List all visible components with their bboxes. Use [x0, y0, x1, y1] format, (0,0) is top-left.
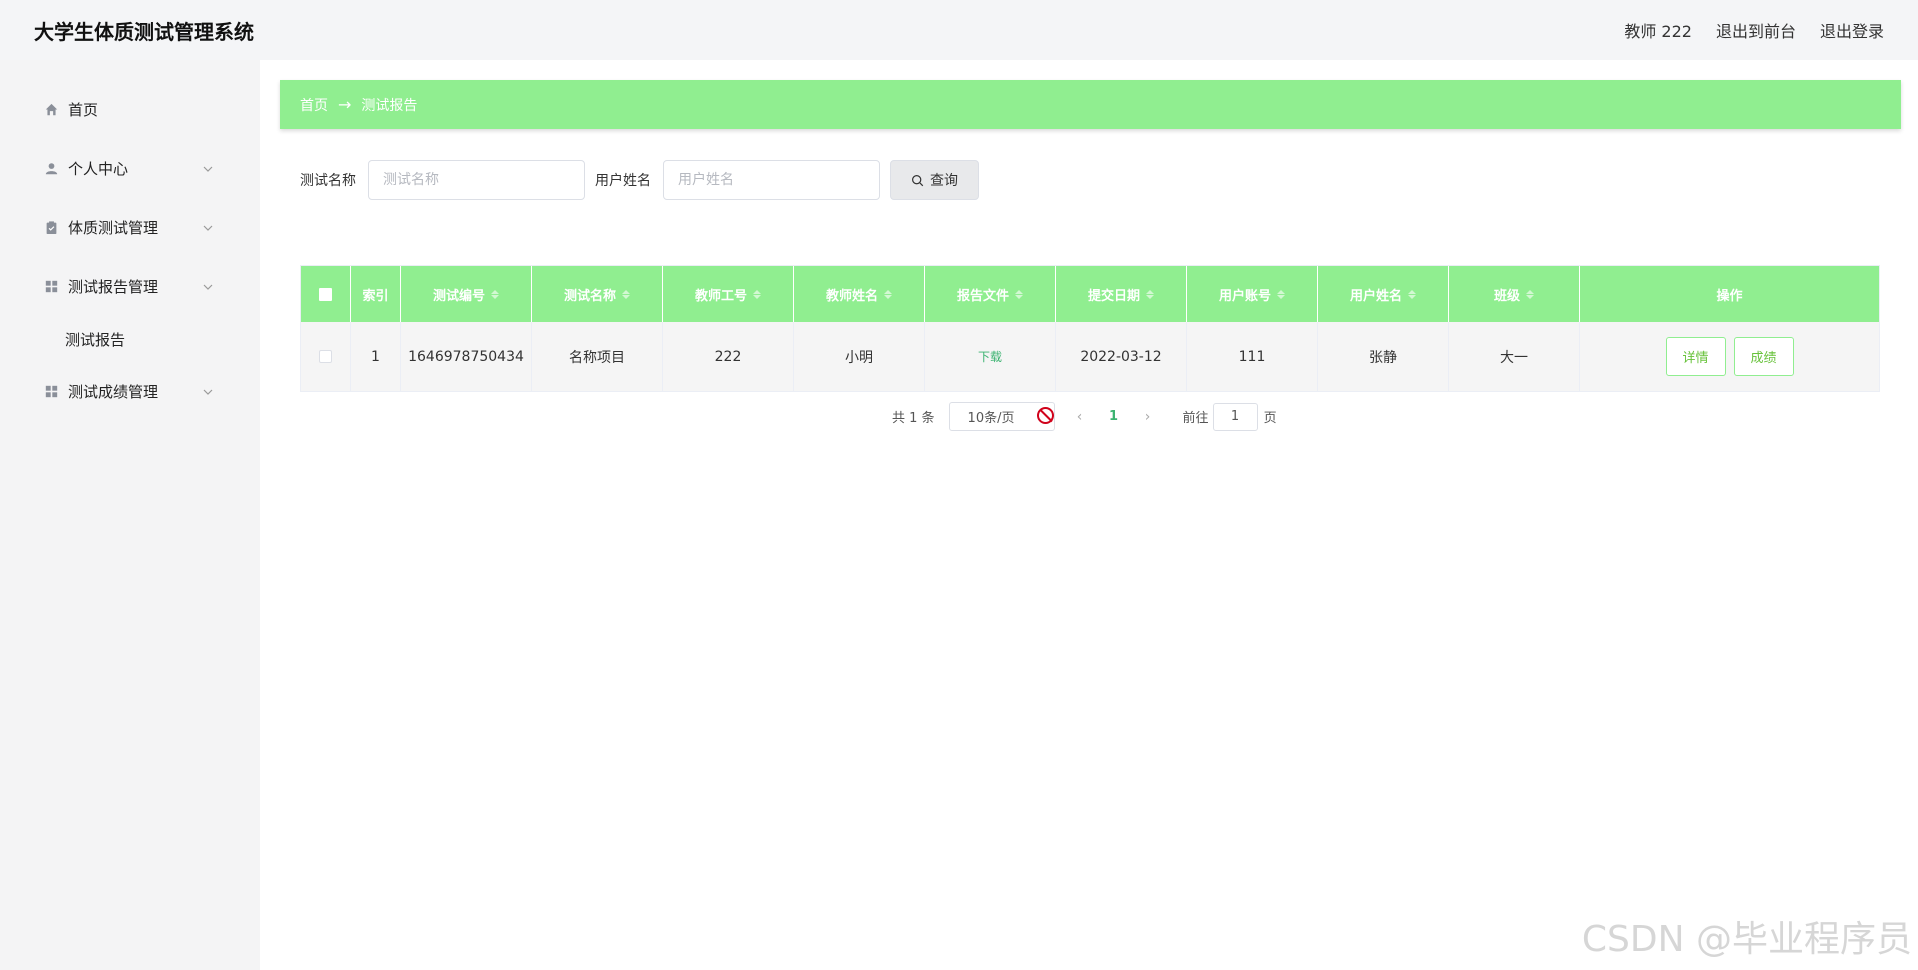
cell-user-name: 张静	[1318, 322, 1449, 391]
cell-teacher-no: 222	[663, 322, 794, 391]
report-table: 索引 测试编号 测试名称 教师工号 教师姓名 报告文件 提交日期 用户账号 用户…	[300, 265, 1880, 392]
search-bar: 测试名称 用户姓名 查询	[300, 160, 979, 200]
page-suffix: 页	[1263, 411, 1277, 426]
logout-link[interactable]: 退出登录	[1820, 18, 1884, 42]
header-actions: 教师 222 退出到前台 退出登录	[1624, 18, 1884, 42]
query-button-label: 查询	[930, 173, 958, 189]
sidebar-item-label: 测试报告管理	[68, 278, 159, 296]
sidebar-item-label: 个人中心	[68, 160, 129, 178]
prev-page-icon[interactable]: ‹	[1065, 409, 1095, 425]
header-user-name[interactable]: 用户姓名	[1318, 266, 1449, 322]
detail-button[interactable]: 详情	[1665, 337, 1726, 376]
download-link[interactable]: 下载	[978, 348, 1002, 365]
sidebar-item-label: 体质测试管理	[68, 219, 159, 237]
pagination: 共 1 条 10条/页 ‹ 1 › 前往 页	[892, 402, 1277, 431]
test-name-input[interactable]	[368, 160, 585, 200]
sidebar-item-report-management[interactable]: 测试报告管理	[30, 257, 230, 316]
cell-test-no: 1646978750434	[401, 322, 532, 391]
breadcrumb-home[interactable]: 首页	[300, 95, 328, 115]
next-page-icon[interactable]: ›	[1133, 409, 1163, 425]
chevron-down-icon	[203, 284, 213, 290]
user-name-label: 用户姓名	[595, 173, 651, 189]
grid-icon	[44, 280, 58, 294]
goto-page-input[interactable]	[1212, 402, 1258, 431]
header-report-file[interactable]: 报告文件	[925, 266, 1056, 322]
sidebar-item-label: 首页	[68, 101, 99, 119]
sidebar-item-personal-center[interactable]: 个人中心	[30, 139, 230, 198]
sidebar-item-home[interactable]: 首页	[30, 80, 230, 139]
user-name-input[interactable]	[663, 160, 880, 200]
sidebar: 首页 个人中心 体质测试管理 测试报告管理 测试报告 测试成绩管理	[0, 60, 260, 970]
sidebar-menu: 首页 个人中心 体质测试管理 测试报告管理 测试报告 测试成绩管理	[30, 80, 230, 421]
breadcrumb-current: 测试报告	[361, 97, 418, 114]
sort-icon[interactable]	[753, 289, 761, 299]
sort-icon[interactable]	[1146, 289, 1154, 299]
breadcrumb-arrow: →	[338, 95, 352, 114]
table-header: 索引 测试编号 测试名称 教师工号 教师姓名 报告文件 提交日期 用户账号 用户…	[301, 266, 1879, 322]
select-all-checkbox[interactable]	[319, 287, 332, 301]
search-icon	[912, 174, 924, 186]
cell-teacher-name: 小明	[794, 322, 925, 391]
sort-icon[interactable]	[491, 289, 499, 299]
cell-report-file: 下载	[925, 322, 1056, 391]
page-number[interactable]: 1	[1095, 409, 1133, 424]
row-select-cell[interactable]	[301, 322, 351, 391]
header-teacher-no[interactable]: 教师工号	[663, 266, 794, 322]
score-button[interactable]: 成绩	[1733, 337, 1794, 376]
chevron-down-icon	[203, 389, 213, 395]
test-name-label: 测试名称	[300, 173, 356, 189]
sidebar-item-fitness-test-management[interactable]: 体质测试管理	[30, 198, 230, 257]
header-user-account[interactable]: 用户账号	[1187, 266, 1318, 322]
header-index: 索引	[351, 266, 401, 322]
not-allowed-icon	[1036, 407, 1054, 424]
table-row: 1 1646978750434 名称项目 222 小明 下载 2022-03-1…	[301, 322, 1879, 391]
sort-icon[interactable]	[1277, 289, 1285, 299]
cell-class: 大一	[1449, 322, 1580, 391]
header-select-all[interactable]	[301, 266, 351, 322]
row-checkbox[interactable]	[319, 350, 332, 363]
clipboard-icon	[44, 221, 58, 235]
sort-icon[interactable]	[1015, 289, 1023, 299]
header-teacher-name[interactable]: 教师姓名	[794, 266, 925, 322]
chevron-down-icon	[203, 166, 213, 172]
cell-test-name: 名称项目	[532, 322, 663, 391]
header-actions: 操作	[1716, 288, 1743, 304]
main-content: 首页 → 测试报告 测试名称 用户姓名 查询 索引 测试编号 测试名称 教师工号…	[260, 60, 1918, 970]
header-test-no[interactable]: 测试编号	[401, 266, 532, 322]
sidebar-item-label: 测试成绩管理	[68, 383, 159, 401]
pagination-total: 共 1 条	[892, 411, 935, 426]
top-header: 大学生体质测试管理系统 教师 222 退出到前台 退出登录	[0, 0, 1918, 60]
page-size-select[interactable]: 10条/页	[948, 402, 1055, 431]
cell-user-account: 111	[1187, 322, 1318, 391]
exit-front-link[interactable]: 退出到前台	[1716, 18, 1796, 42]
cell-submit-date: 2022-03-12	[1056, 322, 1187, 391]
sort-icon[interactable]	[1408, 289, 1416, 299]
query-button[interactable]: 查询	[890, 160, 979, 200]
user-icon	[44, 162, 58, 176]
breadcrumb: 首页 → 测试报告	[280, 80, 1901, 129]
app-title: 大学生体质测试管理系统	[34, 19, 254, 44]
grid-icon	[44, 385, 58, 399]
sort-icon[interactable]	[622, 289, 630, 299]
header-submit-date[interactable]: 提交日期	[1056, 266, 1187, 322]
sort-icon[interactable]	[1526, 289, 1534, 299]
sidebar-item-label: 测试报告	[65, 330, 126, 349]
sidebar-item-score-management[interactable]: 测试成绩管理	[30, 362, 230, 421]
header-test-name[interactable]: 测试名称	[532, 266, 663, 322]
current-user: 教师 222	[1624, 22, 1692, 41]
chevron-down-icon	[203, 225, 213, 231]
sidebar-item-test-report[interactable]: 测试报告	[30, 316, 230, 362]
watermark: CSDN @毕业程序员	[1581, 919, 1912, 960]
page-size-value: 10条/页	[967, 411, 1015, 426]
cell-actions: 详情 成绩	[1580, 322, 1879, 391]
header-class[interactable]: 班级	[1449, 266, 1580, 322]
home-icon	[44, 103, 58, 117]
sort-icon[interactable]	[884, 289, 892, 299]
cell-index: 1	[351, 322, 401, 391]
goto-label: 前往	[1182, 411, 1209, 426]
